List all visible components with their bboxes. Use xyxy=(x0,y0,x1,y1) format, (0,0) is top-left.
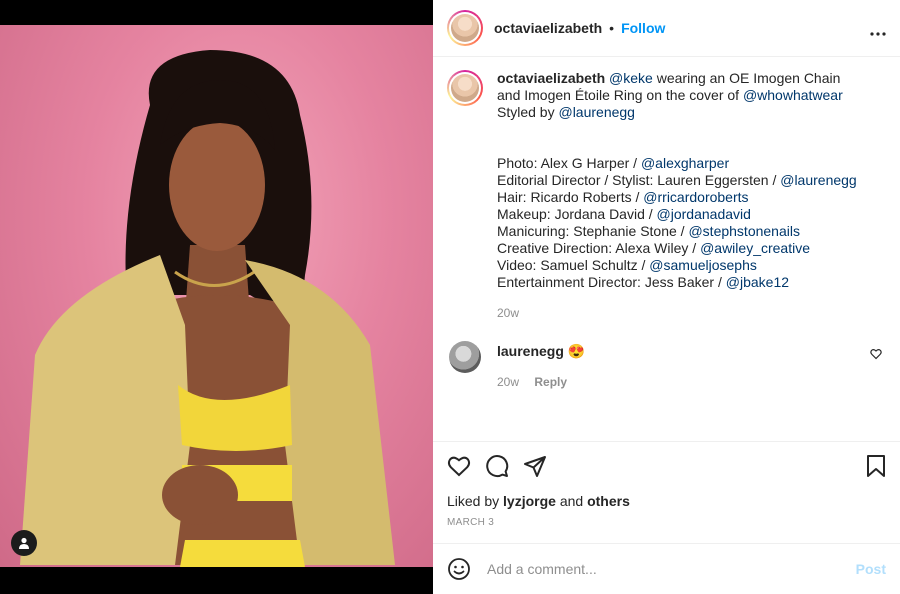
credit-line: Photo: Alex G Harper / @alexgharper xyxy=(497,155,730,171)
mention-keke[interactable]: @keke xyxy=(609,70,653,86)
credit-handle[interactable]: @alexgharper xyxy=(641,155,729,171)
post-date[interactable]: MARCH 3 xyxy=(447,517,886,528)
credit-handle[interactable]: @jbake12 xyxy=(726,274,789,290)
author-avatar[interactable] xyxy=(447,10,483,46)
add-comment-bar: Post xyxy=(433,543,900,594)
post-photo[interactable] xyxy=(0,25,433,567)
author-username[interactable]: octaviaelizabeth xyxy=(494,20,602,36)
more-options-icon[interactable] xyxy=(870,20,886,41)
comments-section[interactable]: octaviaelizabeth @keke wearing an OE Imo… xyxy=(433,58,900,440)
action-icons xyxy=(447,442,886,490)
caption-avatar[interactable] xyxy=(447,70,483,106)
liker-username[interactable]: lyzjorge xyxy=(503,493,556,509)
likes-summary: Liked by lyzjorge and others xyxy=(447,493,630,509)
credit-handle[interactable]: @awiley_creative xyxy=(700,240,810,256)
credit-line: Entertainment Director: Jess Baker / @jb… xyxy=(497,274,790,290)
post-media[interactable] xyxy=(0,0,433,594)
post-panel: octaviaelizabeth • Follow octaviaelizabe… xyxy=(433,0,900,594)
caption-author[interactable]: octaviaelizabeth xyxy=(497,70,605,86)
comment-meta: 20w Reply xyxy=(497,374,585,391)
share-icon[interactable] xyxy=(523,454,547,478)
header-separator: • xyxy=(609,20,615,36)
credit-line: Video: Samuel Schultz / @samueljosephs xyxy=(497,257,757,273)
comment-author[interactable]: laurenegg xyxy=(497,343,564,359)
heart-icon[interactable] xyxy=(447,454,471,478)
caption-text: octaviaelizabeth @keke wearing an OE Imo… xyxy=(497,70,867,322)
post-actions: Liked by lyzjorge and others MARCH 3 xyxy=(433,441,900,528)
caption: octaviaelizabeth @keke wearing an OE Imo… xyxy=(447,70,886,322)
credit-line: Creative Direction: Alexa Wiley / @awile… xyxy=(497,240,810,256)
comment-icon[interactable] xyxy=(485,454,509,478)
emoji-icon[interactable] xyxy=(447,557,471,581)
credit-handle[interactable]: @jordanadavid xyxy=(657,206,751,222)
credit-handle[interactable]: @rricardoroberts xyxy=(643,189,748,205)
commenter-avatar[interactable] xyxy=(449,341,481,373)
credits-list: Photo: Alex G Harper / @alexgharper Edit… xyxy=(497,155,867,291)
credit-line: Hair: Ricardo Roberts / @rricardoroberts xyxy=(497,189,749,205)
caption-text-2: Styled by xyxy=(497,104,559,120)
user-tag-icon[interactable] xyxy=(11,530,37,556)
likes-others-link[interactable]: others xyxy=(587,493,630,509)
media-bottom-bar xyxy=(0,567,433,594)
post-comment-button[interactable]: Post xyxy=(856,561,886,577)
caption-time[interactable]: 20w xyxy=(497,305,867,322)
post-header: octaviaelizabeth • Follow xyxy=(433,0,900,57)
credit-line: Manicuring: Stephanie Stone / @stephston… xyxy=(497,223,800,239)
credit-handle[interactable]: @samueljosephs xyxy=(649,257,757,273)
credit-line: Makeup: Jordana David / @jordanadavid xyxy=(497,206,751,222)
comment-input[interactable] xyxy=(487,561,856,577)
comment-time[interactable]: 20w xyxy=(497,375,519,389)
credit-handle[interactable]: @stephstonenails xyxy=(688,223,800,239)
credit-line: Editorial Director / Stylist: Lauren Egg… xyxy=(497,172,857,188)
mention-laurenegg[interactable]: @laurenegg xyxy=(558,104,635,120)
credit-handle[interactable]: @laurenegg xyxy=(780,172,857,188)
comment-heart-icon[interactable] xyxy=(870,347,882,365)
bookmark-icon[interactable] xyxy=(866,454,886,478)
follow-button[interactable]: Follow xyxy=(621,20,665,36)
comment-body: laurenegg 😍 20w Reply xyxy=(497,343,585,391)
mention-whowhatwear[interactable]: @whowhatwear xyxy=(743,87,843,103)
comment-text: 😍 xyxy=(567,343,586,359)
comment-item: laurenegg 😍 20w Reply xyxy=(447,341,886,391)
reply-button[interactable]: Reply xyxy=(534,375,567,389)
portrait-illustration xyxy=(20,50,395,567)
